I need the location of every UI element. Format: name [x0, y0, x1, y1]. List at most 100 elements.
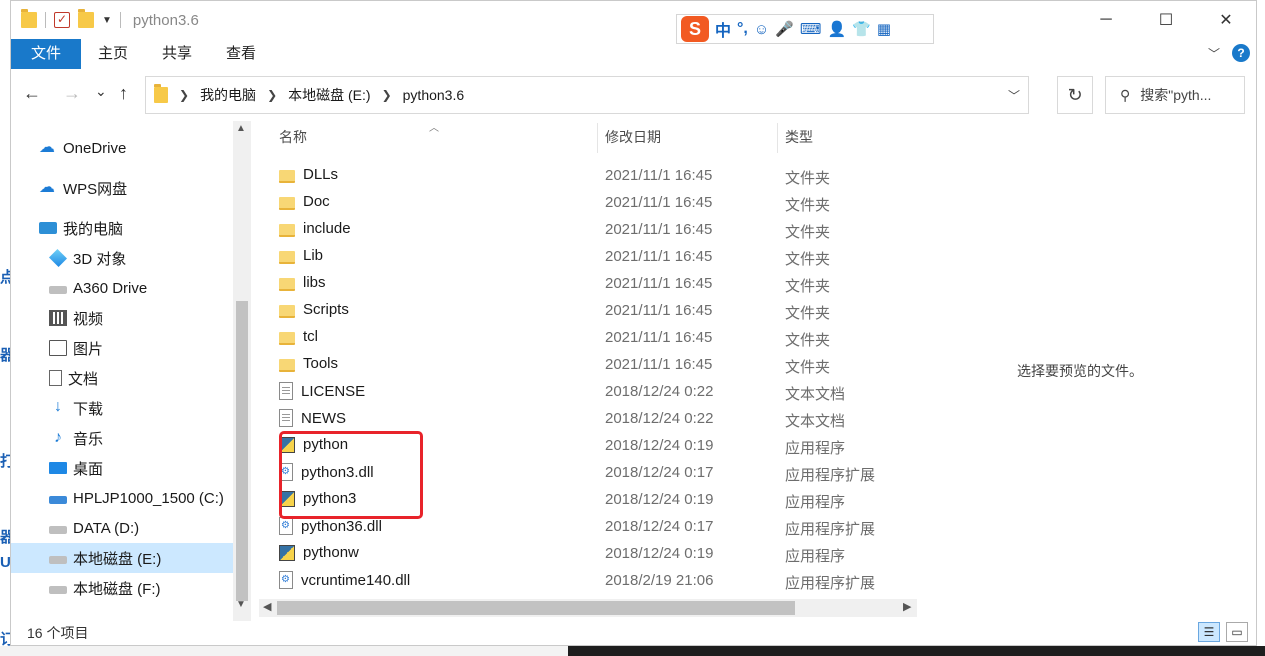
title-bar: ✓ ▼ python3.6 ─ ☐ ✕	[11, 1, 1256, 39]
sidebar-item-videos[interactable]: 视频	[49, 303, 103, 333]
column-header-date[interactable]: 修改日期	[605, 115, 661, 159]
tab-file[interactable]: 文件	[11, 39, 82, 69]
file-date: 2018/2/19 21:06	[605, 572, 714, 589]
tab-home[interactable]: 主页	[81, 39, 145, 69]
sidebar-item-music[interactable]: ♪ 音乐	[49, 423, 103, 453]
address-row: ← → ⌄ ↑ ❯ 我的电脑 ❯ 本地磁盘 (E:) ❯ python3.6 ﹀…	[11, 75, 1256, 115]
scroll-left-icon[interactable]: ◀	[263, 600, 271, 613]
column-divider[interactable]	[597, 123, 598, 153]
scrollbar-thumb[interactable]	[277, 601, 795, 615]
search-placeholder: 搜索"pyth...	[1140, 87, 1212, 103]
file-date: 2018/12/24 0:22	[605, 383, 714, 400]
sidebar-item-3d[interactable]: 3D 对象	[48, 243, 126, 273]
back-button[interactable]: ←	[23, 83, 41, 104]
customize-dropdown-icon[interactable]: ▼	[102, 15, 112, 26]
sidebar-item-label: WPS网盘	[63, 180, 128, 198]
sidebar-item-a360[interactable]: A360 Drive	[49, 273, 147, 303]
table-row[interactable]: Scripts 2021/11/1 16:45 文件夹	[279, 297, 899, 324]
table-row[interactable]: NEWS 2018/12/24 0:22 文本文档	[279, 405, 899, 432]
address-bar[interactable]: ❯ 我的电脑 ❯ 本地磁盘 (E:) ❯ python3.6 ﹀	[145, 76, 1029, 114]
sidebar-item-onedrive[interactable]: ☁ OneDrive	[39, 133, 126, 163]
tab-view[interactable]: 查看	[209, 39, 273, 69]
view-switcher: ☰ ▭	[1198, 622, 1248, 642]
sidebar-item-drive-d[interactable]: DATA (D:)	[49, 513, 139, 543]
table-row[interactable]: libs 2021/11/1 16:45 文件夹	[279, 270, 899, 297]
properties-icon[interactable]: ✓	[54, 12, 70, 28]
scroll-down-icon[interactable]: ▼	[236, 599, 246, 610]
minimize-button[interactable]: ─	[1076, 1, 1136, 39]
large-icons-view-icon[interactable]: ▭	[1226, 622, 1248, 642]
breadcrumb-separator[interactable]: ❯	[267, 88, 277, 102]
column-divider[interactable]	[777, 123, 778, 153]
maximize-button[interactable]: ☐	[1136, 1, 1196, 39]
sidebar-item-label: HPLJP1000_1500 (C:)	[73, 489, 224, 507]
forward-button[interactable]: →	[63, 83, 81, 104]
folder-icon	[279, 304, 295, 318]
sidebar-item-downloads[interactable]: ↓ 下载	[49, 393, 103, 423]
table-row[interactable]: LICENSE 2018/12/24 0:22 文本文档	[279, 378, 899, 405]
sidebar-item-pictures[interactable]: 图片	[49, 333, 103, 363]
file-name: include	[303, 220, 351, 237]
sidebar-item-drive-e[interactable]: 本地磁盘 (E:)	[11, 543, 233, 573]
help-icon[interactable]: ?	[1232, 44, 1250, 62]
download-icon: ↓	[54, 398, 62, 415]
scrollbar-thumb[interactable]	[236, 301, 248, 601]
table-row[interactable]: include 2021/11/1 16:45 文件夹	[279, 216, 899, 243]
close-button[interactable]: ✕	[1196, 1, 1256, 39]
keyboard-icon[interactable]: ⌨	[800, 20, 822, 38]
sidebar-item-drive-c[interactable]: HPLJP1000_1500 (C:)	[49, 483, 224, 513]
breadcrumb-separator[interactable]: ❯	[382, 88, 392, 102]
sidebar-item-desktop[interactable]: 桌面	[49, 453, 103, 483]
sidebar-item-this-pc[interactable]: 我的电脑	[39, 213, 123, 243]
file-date: 2021/11/1 16:45	[605, 248, 713, 265]
file-type: 应用程序	[785, 440, 846, 457]
horizontal-scrollbar[interactable]: ◀ ▶	[259, 599, 917, 617]
skin-icon[interactable]: 👕	[852, 20, 871, 38]
background-page-right	[1257, 0, 1265, 656]
breadcrumb-separator[interactable]: ❯	[179, 88, 189, 102]
breadcrumb-item[interactable]: 我的电脑	[200, 85, 256, 105]
table-row[interactable]: Doc 2021/11/1 16:45 文件夹	[279, 189, 899, 216]
scroll-up-icon[interactable]: ▲	[236, 123, 246, 134]
toolbox-icon[interactable]: ▦	[877, 20, 891, 38]
breadcrumb-item[interactable]: python3.6	[403, 87, 465, 103]
ime-punctuation-toggle[interactable]: °,	[737, 20, 748, 38]
user-icon[interactable]: 👤	[828, 20, 847, 38]
breadcrumb-item[interactable]: 本地磁盘 (E:)	[288, 85, 370, 105]
column-header-name[interactable]: 名称	[279, 115, 307, 159]
search-input[interactable]: ⚲ 搜索"pyth...	[1105, 76, 1245, 114]
drive-icon	[49, 496, 67, 504]
sidebar-item-label: 桌面	[73, 460, 104, 478]
table-row[interactable]: tcl 2021/11/1 16:45 文件夹	[279, 324, 899, 351]
sogou-logo-icon[interactable]: S	[681, 16, 709, 42]
up-button[interactable]: ↑	[119, 83, 128, 104]
table-row[interactable]: Lib 2021/11/1 16:45 文件夹	[279, 243, 899, 270]
table-row[interactable]: DLLs 2021/11/1 16:45 文件夹	[279, 162, 899, 189]
table-row[interactable]: pythonw 2018/12/24 0:19 应用程序	[279, 540, 899, 567]
film-icon	[49, 310, 67, 326]
new-folder-icon[interactable]	[78, 9, 94, 28]
emoji-icon[interactable]: ☺	[754, 21, 769, 38]
scroll-right-icon[interactable]: ▶	[903, 600, 911, 613]
chevron-down-icon[interactable]: ﹀	[1008, 87, 1020, 104]
sidebar-item-drive-f[interactable]: 本地磁盘 (F:)	[49, 573, 161, 603]
desktop-icon	[49, 462, 67, 474]
recent-locations-button[interactable]: ⌄	[95, 83, 107, 100]
refresh-button[interactable]: ↻	[1057, 76, 1093, 114]
sidebar-item-documents[interactable]: 文档	[49, 363, 98, 393]
sidebar-item-wps[interactable]: ☁ WPS网盘	[39, 173, 127, 203]
table-row[interactable]: Tools 2021/11/1 16:45 文件夹	[279, 351, 899, 378]
table-row[interactable]: vcruntime140.dll 2018/2/19 21:06 应用程序扩展	[279, 567, 899, 594]
microphone-icon[interactable]: 🎤	[775, 20, 794, 38]
file-name: vcruntime140.dll	[301, 571, 411, 589]
column-header-type[interactable]: 类型	[785, 115, 813, 159]
sidebar-scrollbar[interactable]: ▲ ▼	[233, 121, 251, 621]
tab-share[interactable]: 共享	[145, 39, 209, 69]
ime-language-toggle[interactable]: 中	[715, 17, 731, 41]
file-date: 2018/12/24 0:17	[605, 464, 714, 481]
chevron-down-icon[interactable]: ﹀	[1208, 45, 1220, 62]
preview-pane-message: 选择要预览的文件。	[1017, 363, 1143, 379]
file-date: 2021/11/1 16:45	[605, 329, 713, 346]
details-view-icon[interactable]: ☰	[1198, 622, 1220, 642]
file-type: 应用程序	[785, 494, 846, 511]
